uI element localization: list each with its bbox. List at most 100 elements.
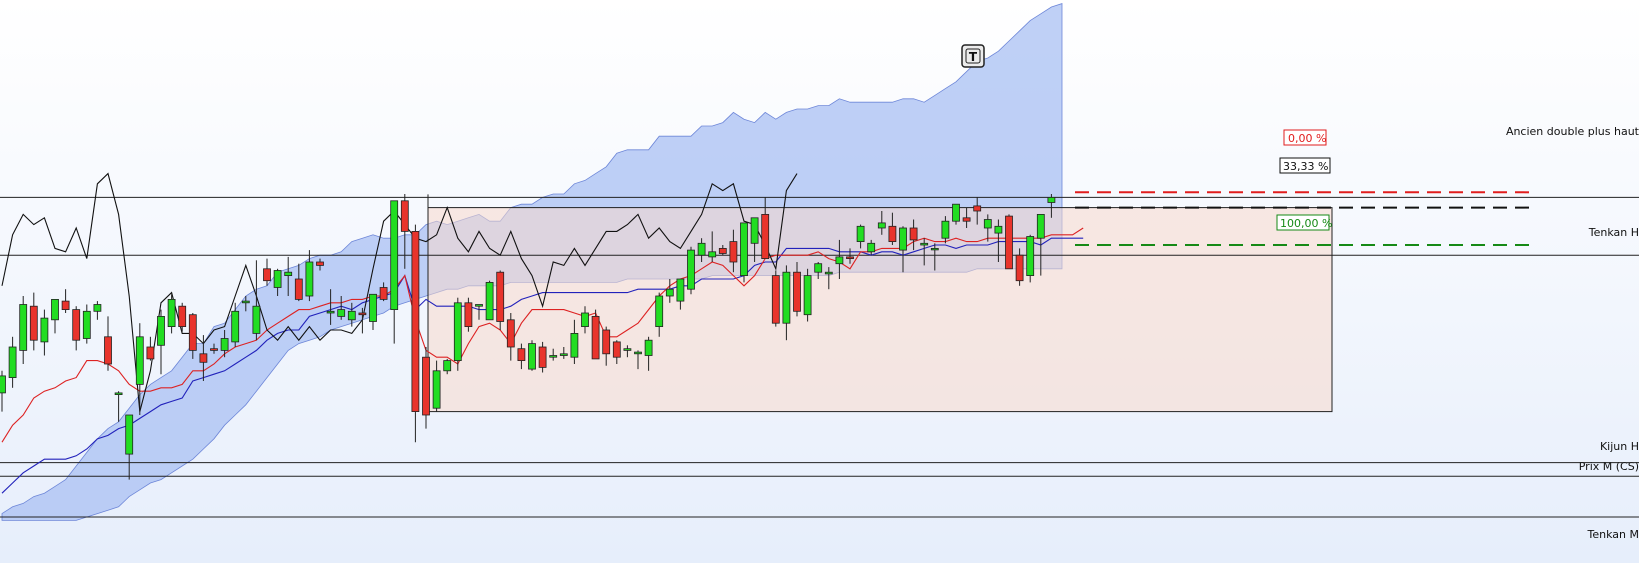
candle-body-4 <box>40 317 49 343</box>
candle-body-22 <box>231 310 240 343</box>
text-tool-button[interactable]: T <box>961 44 985 68</box>
candle-body-73 <box>771 275 780 324</box>
candle-body-53 <box>559 353 568 356</box>
candle-body-90 <box>952 203 960 222</box>
candle-body-97 <box>1026 236 1035 276</box>
candle-body-66 <box>697 242 706 256</box>
candle-body-52 <box>549 355 558 358</box>
level-label-kijun-h: Kijun H <box>1600 440 1639 453</box>
candle-body-38 <box>400 200 409 232</box>
candle-body-1 <box>8 346 17 379</box>
retracement-label-2: 100,00 % <box>1280 217 1332 230</box>
candle-body-32 <box>337 309 346 317</box>
candle-body-42 <box>443 360 452 372</box>
candle-body-86 <box>909 227 918 241</box>
retracement-label-0: 0,00 % <box>1288 132 1326 145</box>
candle-body-34 <box>358 312 367 316</box>
candle-body-5 <box>51 298 59 321</box>
candle-body-83 <box>877 222 886 229</box>
candle-body-0 <box>0 375 6 394</box>
candle-body-21 <box>220 338 229 351</box>
candle-body-74 <box>782 271 791 324</box>
candle-body-18 <box>188 314 197 351</box>
candle-body-9 <box>93 304 102 312</box>
candle-body-65 <box>687 249 695 290</box>
candle-body-36 <box>379 287 388 300</box>
candle-body-7 <box>72 309 81 341</box>
candle-body-20 <box>210 348 218 351</box>
candle-body-81 <box>856 225 865 243</box>
candle-body-70 <box>740 222 748 276</box>
candle-body-37 <box>390 200 399 311</box>
candle-body-98 <box>1036 213 1045 239</box>
candle-body-96 <box>1015 254 1024 282</box>
candle-body-91 <box>962 217 971 222</box>
candle-body-69 <box>729 241 738 263</box>
candle-body-99 <box>1047 196 1056 203</box>
candle-body-75 <box>793 271 801 312</box>
candle-body-27 <box>284 271 293 277</box>
level-label-tenkan-m: Tenkan M <box>1587 528 1639 541</box>
candle-body-89 <box>941 220 950 239</box>
candle-body-15 <box>157 315 165 346</box>
candle-body-87 <box>920 242 929 246</box>
candle-body-23 <box>241 300 250 304</box>
candle-body-59 <box>623 348 632 351</box>
candle-body-95 <box>1005 215 1013 270</box>
candle-body-49 <box>517 348 526 362</box>
candle-body-58 <box>612 341 621 358</box>
candle-body-25 <box>263 268 271 282</box>
candle-body-77 <box>814 263 823 273</box>
candle-body-40 <box>422 356 430 416</box>
candle-body-56 <box>591 315 600 360</box>
candle-body-13 <box>135 336 144 385</box>
candle-body-50 <box>528 343 536 370</box>
candle-body-3 <box>29 305 38 341</box>
level-label-prix-m-cs: Prix M (CS) <box>1579 460 1639 473</box>
candle-body-84 <box>888 225 897 243</box>
candle-body-11 <box>114 392 123 395</box>
candle-body-88 <box>930 247 939 251</box>
candle-body-80 <box>846 256 854 259</box>
candle-body-72 <box>761 213 770 259</box>
candle-body-2 <box>19 304 28 351</box>
candle-body-48 <box>506 319 515 348</box>
candle-body-31 <box>326 310 335 314</box>
candle-body-82 <box>867 242 876 253</box>
candle-body-62 <box>655 295 664 328</box>
candle-body-46 <box>485 281 494 321</box>
candle-body-79 <box>835 256 844 265</box>
candle-body-54 <box>570 332 579 358</box>
candle-body-17 <box>178 305 187 328</box>
candle-body-94 <box>994 225 1003 234</box>
candle-body-63 <box>665 288 674 297</box>
candle-body-16 <box>167 298 176 327</box>
candle-body-51 <box>538 346 547 368</box>
candle-body-41 <box>432 370 441 409</box>
candle-body-64 <box>676 278 685 302</box>
level-label-tenkan-h: Tenkan H <box>1588 226 1639 239</box>
candle-body-33 <box>347 310 356 321</box>
candle-body-71 <box>750 217 759 244</box>
candle-body-61 <box>644 339 653 356</box>
candle-body-78 <box>824 271 833 275</box>
candle-body-55 <box>581 312 589 328</box>
candle-body-26 <box>273 270 282 288</box>
candle-body-60 <box>634 351 642 355</box>
candle-body-57 <box>602 329 611 355</box>
candle-body-8 <box>82 310 91 339</box>
candle-body-85 <box>899 227 907 251</box>
candle-body-43 <box>453 302 462 361</box>
candle-body-35 <box>369 293 377 322</box>
candle-body-28 <box>294 278 303 300</box>
candle-body-76 <box>803 275 812 316</box>
candle-body-67 <box>708 251 717 258</box>
ichimoku-chart[interactable]: Ancien double plus haut Tenkan H Kijun H… <box>0 0 1639 563</box>
candle-body-30 <box>316 261 324 266</box>
candle-body-29 <box>305 261 314 297</box>
candle-body-39 <box>411 230 420 412</box>
candle-body-93 <box>983 219 992 229</box>
level-label-ancien-double-plus-haut: Ancien double plus haut <box>1506 125 1639 138</box>
candle-body-44 <box>464 302 473 327</box>
candle-body-19 <box>199 353 208 363</box>
